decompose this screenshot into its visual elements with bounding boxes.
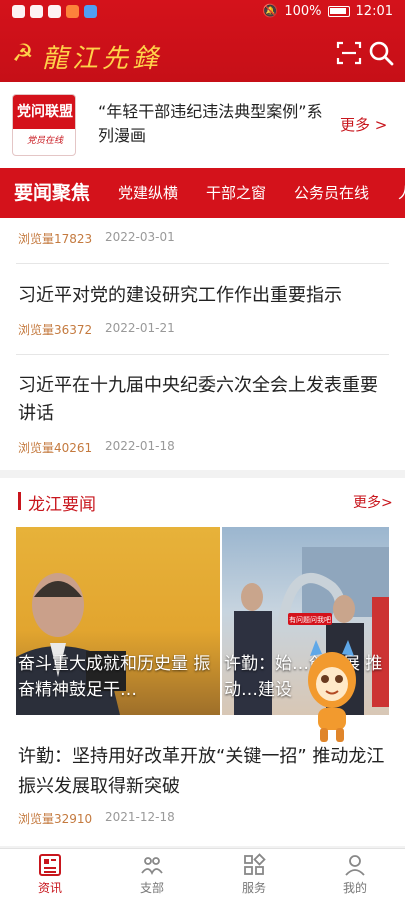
section-more-link[interactable]: 更多> bbox=[353, 492, 393, 512]
news-title[interactable]: 习近平在十九届中央纪委六次全会上发表重要讲话 bbox=[18, 372, 388, 428]
news-date: 2022-01-21 bbox=[105, 321, 175, 335]
tab-party-building[interactable]: 党建纵横 bbox=[118, 168, 178, 218]
section-news-title[interactable]: 许勤：坚持用好改革开放“关键一招” 推动龙江振兴发展取得新突破 bbox=[18, 742, 390, 802]
news-list: 浏览量17823 2022-03-01 习近平对党的建设研究工作作出重要指示 浏… bbox=[0, 218, 405, 470]
app-header: ☭ 龍江先鋒 bbox=[0, 26, 405, 82]
carousel-slide[interactable]: 奋斗重大成就和历史量 振奋精神鼓足干… bbox=[16, 527, 220, 715]
news-views: 浏览量36372 bbox=[18, 323, 93, 337]
promo-title[interactable]: “年轻干部违纪违法典型案例”系列漫画 bbox=[98, 100, 328, 148]
category-tabs: 要闻聚焦 党建纵横 干部之窗 公务员在线 人 bbox=[0, 168, 405, 218]
promo-logo-main: 党问联盟 bbox=[13, 95, 75, 129]
promo-banner[interactable]: 党问联盟 党员在线 “年轻干部违纪违法典型案例”系列漫画 更多 > bbox=[0, 82, 405, 168]
nav-profile[interactable]: 我的 bbox=[325, 853, 385, 896]
section-marker bbox=[18, 492, 21, 510]
nav-branch-label: 支部 bbox=[139, 881, 164, 895]
news-date: 2022-03-01 bbox=[105, 230, 175, 244]
branch-icon bbox=[141, 857, 163, 876]
nav-branch[interactable]: 支部 bbox=[122, 853, 182, 896]
promo-logo-sub: 党员在线 bbox=[26, 136, 63, 146]
mascot-assistant-icon[interactable] bbox=[292, 618, 372, 748]
top-bar: 🔕 100% 12:01 ☭ 龍江先鋒 bbox=[0, 0, 405, 82]
promo-more-link[interactable]: 更多 > bbox=[340, 114, 387, 135]
search-icon[interactable] bbox=[368, 40, 394, 66]
profile-icon bbox=[345, 855, 365, 876]
battery-percent: 100% bbox=[284, 4, 322, 19]
tab-more[interactable]: 人 bbox=[398, 168, 405, 218]
divider bbox=[16, 263, 389, 264]
tab-civil-servant[interactable]: 公务员在线 bbox=[294, 168, 369, 218]
app-logo: 龍江先鋒 bbox=[42, 44, 163, 74]
status-bar: 🔕 100% 12:01 bbox=[0, 0, 405, 26]
nav-service-label: 服务 bbox=[241, 881, 266, 895]
service-icon bbox=[244, 853, 266, 875]
signal-icon bbox=[12, 5, 25, 18]
nav-service[interactable]: 服务 bbox=[224, 853, 284, 896]
clock: 12:01 bbox=[355, 4, 393, 19]
news-views: 浏览量40261 bbox=[18, 441, 93, 455]
scan-icon[interactable] bbox=[336, 40, 362, 66]
news-date: 2021-12-18 bbox=[105, 810, 175, 824]
carousel-caption: 奋斗重大成就和历史量 振奋精神鼓足干… bbox=[18, 654, 211, 700]
news-views: 浏览量17823 bbox=[18, 232, 93, 246]
bottom-nav: 资讯 支部 服务 我的 bbox=[0, 848, 405, 900]
heart-app-icon bbox=[48, 5, 61, 18]
promo-logo: 党问联盟 党员在线 bbox=[12, 94, 76, 156]
news-views: 浏览量32910 bbox=[18, 812, 93, 826]
divider bbox=[16, 354, 389, 355]
section-title: 龙江要闻 bbox=[28, 495, 96, 515]
nav-news-label: 资讯 bbox=[37, 881, 62, 895]
nav-news[interactable]: 资讯 bbox=[20, 853, 80, 896]
tab-cadre-window[interactable]: 干部之窗 bbox=[206, 168, 266, 218]
tab-news-focus[interactable]: 要闻聚焦 bbox=[14, 168, 90, 218]
search-app-icon bbox=[84, 5, 97, 18]
nav-profile-label: 我的 bbox=[342, 881, 367, 895]
news-date: 2022-01-18 bbox=[105, 439, 175, 453]
news-icon bbox=[39, 854, 61, 876]
app-notification-icon bbox=[66, 5, 79, 18]
mute-icon: 🔕 bbox=[262, 4, 279, 19]
news-title[interactable]: 习近平对党的建设研究工作作出重要指示 bbox=[18, 282, 388, 310]
wifi-icon bbox=[30, 5, 43, 18]
party-emblem-icon: ☭ bbox=[12, 39, 34, 67]
battery-icon bbox=[327, 6, 350, 17]
